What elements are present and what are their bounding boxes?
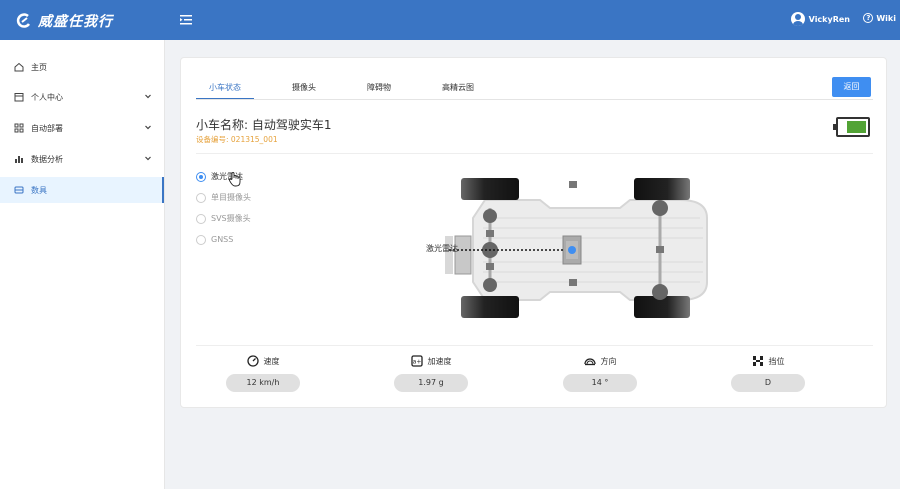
hand-cursor-icon xyxy=(229,172,241,187)
vehicle-status-card: 小车状态 摄像头 障碍物 高精云图 返回 小车名称: 自动驾驶实车1 设备编号:… xyxy=(180,57,887,408)
lidar-label: 激光雷达 xyxy=(426,244,458,253)
stat-value: D xyxy=(731,374,805,392)
car-icon xyxy=(14,186,24,194)
stats-divider xyxy=(196,345,873,346)
sensor-radio-svs-camera[interactable]: SVS摄像头 xyxy=(196,208,251,229)
stat-speed: 速度 12 km/h xyxy=(203,354,323,392)
radio-label: GNSS xyxy=(211,235,234,244)
sensor-radio-gnss[interactable]: GNSS xyxy=(196,229,251,250)
logo[interactable]: 威盛任我行 xyxy=(16,11,113,31)
stat-acceleration: a+ 加速度 1.97 g xyxy=(371,354,491,392)
home-icon xyxy=(14,62,24,72)
stat-value: 12 km/h xyxy=(226,374,300,392)
sidebar-item-home[interactable]: 主页 xyxy=(0,54,164,80)
tab-vehicle-status[interactable]: 小车状态 xyxy=(196,78,254,100)
sidebar-item-label: 自动部署 xyxy=(31,123,63,133)
sidebar-item-data-analysis[interactable]: 数据分析 xyxy=(0,146,164,172)
wiki-label: Wiki xyxy=(876,13,896,23)
sidebar-item-personal-center[interactable]: 个人中心 xyxy=(0,84,164,110)
user-menu[interactable]: VickyRen xyxy=(790,12,850,26)
gear-shift-icon xyxy=(752,356,763,366)
device-number: 设备编号: 021315_001 xyxy=(196,135,278,144)
chevron-down-icon xyxy=(145,125,151,130)
stat-gear: 挡位 D xyxy=(708,354,828,392)
grid-icon xyxy=(14,123,24,133)
radio-dot xyxy=(196,171,206,182)
user-name: VickyRen xyxy=(808,14,850,24)
speedometer-icon xyxy=(246,355,259,367)
stat-label: 方向 xyxy=(600,356,617,366)
sidebar-item-label: 个人中心 xyxy=(31,92,63,102)
wiki-link[interactable]: ? Wiki xyxy=(863,13,896,23)
battery-icon xyxy=(833,117,870,137)
radio-label: SVS摄像头 xyxy=(211,214,251,223)
svg-text:a+: a+ xyxy=(412,359,421,366)
acceleration-icon: a+ xyxy=(410,355,423,367)
radio-dot xyxy=(196,234,206,245)
radio-dot xyxy=(196,192,206,203)
back-button[interactable]: 返回 xyxy=(832,77,871,97)
tab-obstacles[interactable]: 障碍物 xyxy=(354,78,404,100)
stat-value: 14 ° xyxy=(563,374,637,392)
chevron-down-icon xyxy=(145,94,151,99)
radio-label: 单目摄像头 xyxy=(211,193,251,202)
sidebar-item-auto-deploy[interactable]: 自动部署 xyxy=(0,115,164,141)
sensor-radio-mono-camera[interactable]: 单目摄像头 xyxy=(196,187,251,208)
menu-toggle-icon[interactable] xyxy=(179,13,193,27)
stat-label: 速度 xyxy=(263,356,280,366)
stat-value: 1.97 g xyxy=(394,374,468,392)
tab-camera[interactable]: 摄像头 xyxy=(279,78,329,100)
avatar-icon xyxy=(790,12,805,26)
radio-dot xyxy=(196,213,206,224)
stat-direction: 方向 14 ° xyxy=(540,354,660,392)
sidebar-item-label: 主页 xyxy=(31,62,47,72)
sidebar-item-label: 数据分析 xyxy=(31,154,63,164)
sidebar: 主页 个人中心 自动部署 数据分析 数具 xyxy=(0,40,165,489)
divider xyxy=(196,153,873,154)
bar-chart-icon xyxy=(15,156,23,163)
sensor-radio-group: 激光雷达 单目摄像头 SVS摄像头 GNSS xyxy=(196,166,251,250)
sidebar-item-vehicles[interactable]: 数具 xyxy=(0,177,164,203)
vehicle-diagram xyxy=(445,178,708,318)
stat-label: 挡位 xyxy=(768,356,785,366)
vehicle-name: 小车名称: 自动驾驶实车1 xyxy=(196,118,332,132)
tab-hd-map[interactable]: 高精云图 xyxy=(429,78,487,100)
logo-text: 威盛任我行 xyxy=(38,14,113,30)
calendar-icon xyxy=(14,93,24,102)
logo-mark-icon xyxy=(16,13,31,28)
tab-underline xyxy=(196,99,873,100)
sensor-radio-lidar[interactable]: 激光雷达 xyxy=(196,166,251,187)
sidebar-item-label: 数具 xyxy=(31,185,47,195)
stat-label: 加速度 xyxy=(427,356,452,366)
chevron-down-icon xyxy=(145,156,151,161)
help-circle-icon: ? xyxy=(863,13,874,23)
tab-bar: 小车状态 摄像头 障碍物 高精云图 xyxy=(196,78,512,104)
top-bar: 威盛任我行 VickyRen ? Wiki xyxy=(0,0,900,40)
steering-icon xyxy=(583,358,596,366)
